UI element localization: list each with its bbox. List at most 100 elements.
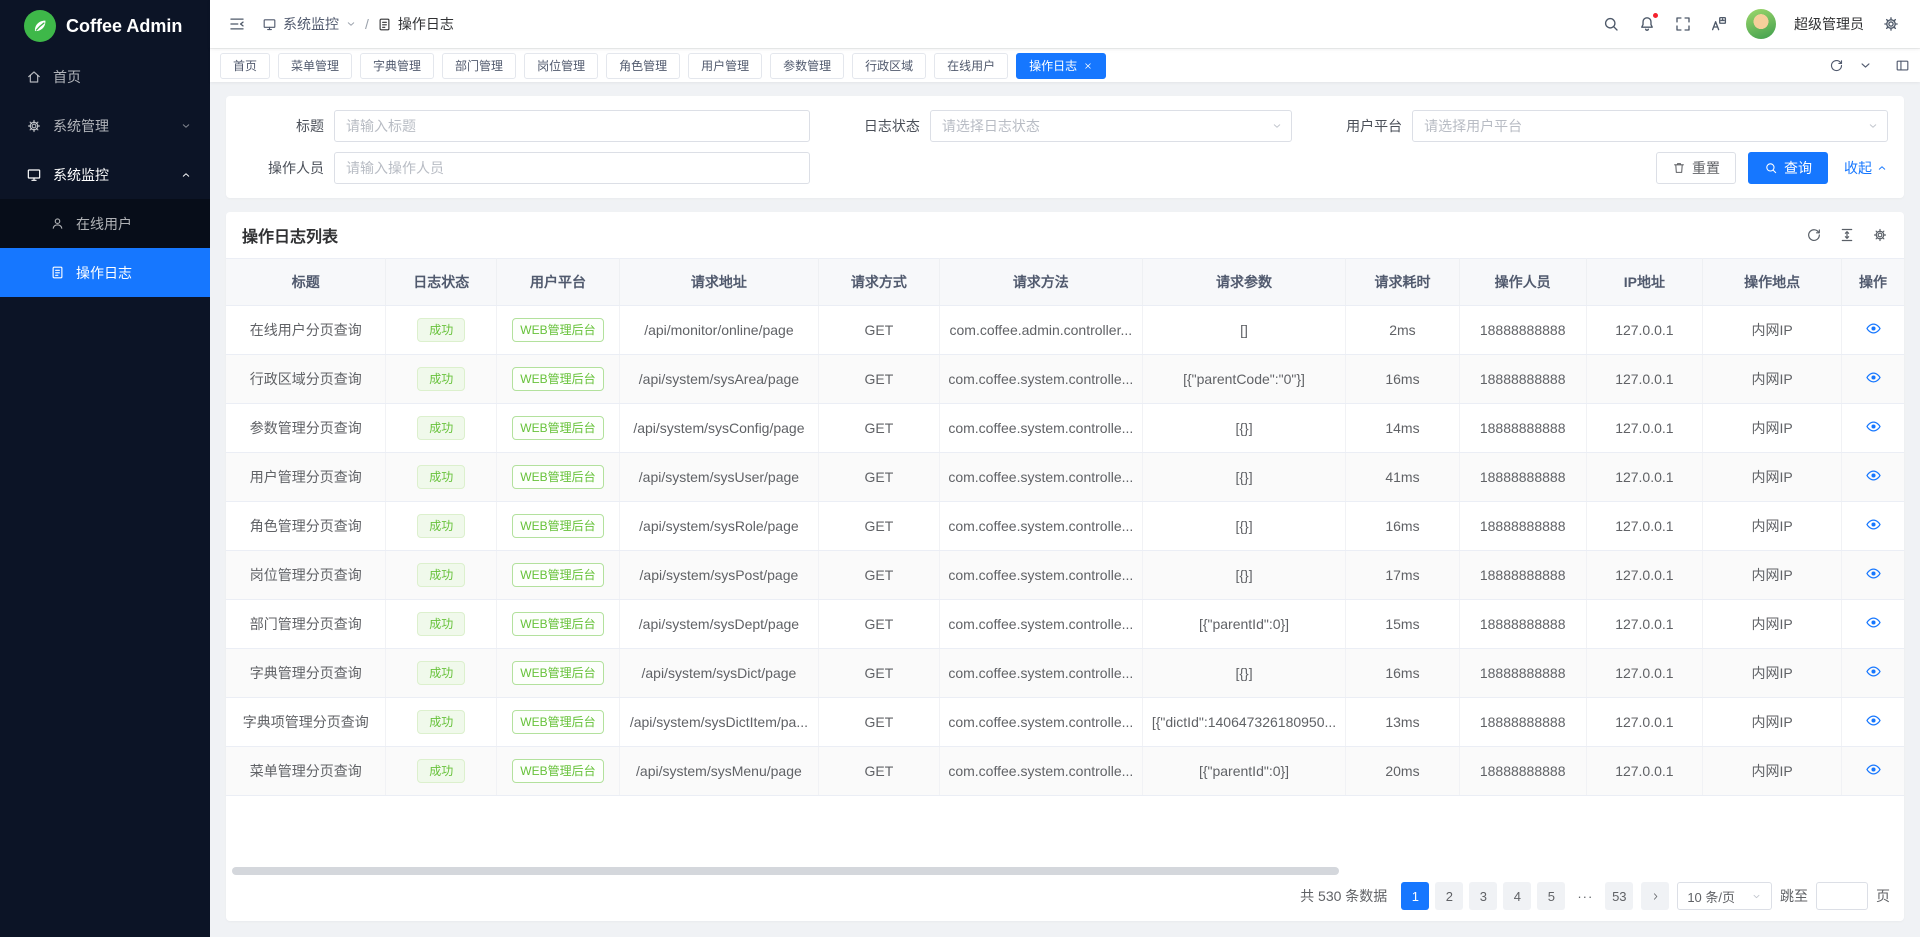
eye-icon: [1865, 320, 1882, 337]
sidebar-item-operation-log[interactable]: 操作日志: [0, 248, 210, 297]
page-button-5[interactable]: 5: [1537, 882, 1565, 910]
view-detail-eye-icon[interactable]: [1865, 516, 1882, 533]
eye-icon: [1865, 614, 1882, 631]
operation-log-icon: [50, 265, 65, 280]
cell-cost: 17ms: [1346, 551, 1460, 600]
app-root: Coffee Admin 首页 系统管理 系统监控 在线用户: [0, 0, 1920, 937]
cell-cost: 13ms: [1346, 698, 1460, 747]
cell-ip: 127.0.0.1: [1586, 306, 1703, 355]
eye-icon: [1865, 369, 1882, 386]
page-size-select[interactable]: 10 条/页: [1677, 882, 1772, 910]
column-height-icon[interactable]: [1839, 227, 1855, 243]
view-detail-eye-icon[interactable]: [1865, 369, 1882, 386]
tab-4[interactable]: 岗位管理: [524, 53, 598, 79]
cell-url: /api/system/sysPost/page: [619, 551, 818, 600]
tab-8[interactable]: 行政区域: [852, 53, 926, 79]
sidebar-item-online-users[interactable]: 在线用户: [0, 199, 210, 248]
tab-2[interactable]: 字典管理: [360, 53, 434, 79]
table-row: 参数管理分页查询成功WEB管理后台/api/system/sysConfig/p…: [226, 404, 1904, 453]
brand-name: Coffee Admin: [66, 16, 182, 37]
cell-status: 成功: [386, 502, 497, 551]
column-header: 标题: [226, 259, 386, 306]
cell-handler: com.coffee.system.controlle...: [939, 649, 1142, 698]
view-detail-eye-icon[interactable]: [1865, 712, 1882, 729]
cell-platform: WEB管理后台: [497, 698, 620, 747]
notifications-button[interactable]: [1638, 15, 1656, 33]
page-button-4[interactable]: 4: [1503, 882, 1531, 910]
cell-ip: 127.0.0.1: [1586, 698, 1703, 747]
tab-7[interactable]: 参数管理: [770, 53, 844, 79]
column-header: 请求耗时: [1346, 259, 1460, 306]
view-detail-eye-icon[interactable]: [1865, 418, 1882, 435]
tab-10[interactable]: 操作日志: [1016, 53, 1106, 79]
platform-badge: WEB管理后台: [512, 318, 603, 342]
sidebar-item-label: 系统管理: [53, 116, 109, 136]
fullscreen-icon[interactable]: [1674, 15, 1692, 33]
notification-badge: [1652, 12, 1659, 19]
next-page-button[interactable]: [1641, 882, 1669, 910]
tab-5[interactable]: 角色管理: [606, 53, 680, 79]
sidebar-item-home[interactable]: 首页: [0, 52, 210, 101]
breadcrumb-operation-log: 操作日志: [377, 14, 454, 34]
settings-gear-icon[interactable]: [1882, 15, 1900, 33]
sidebar-item-system-management[interactable]: 系统管理: [0, 101, 210, 150]
view-detail-eye-icon[interactable]: [1865, 320, 1882, 337]
tab-3[interactable]: 部门管理: [442, 53, 516, 79]
cell-action: [1842, 551, 1904, 600]
page-button-53[interactable]: 53: [1605, 882, 1633, 910]
search-icon[interactable]: [1602, 15, 1620, 33]
tab-1[interactable]: 菜单管理: [278, 53, 352, 79]
operator-input[interactable]: [334, 152, 810, 184]
cell-url: /api/system/sysDept/page: [619, 600, 818, 649]
close-icon[interactable]: [1083, 61, 1093, 71]
gear-icon: [26, 118, 42, 134]
cell-params: [{}]: [1142, 453, 1345, 502]
cell-location: 内网IP: [1703, 453, 1842, 502]
table-row: 字典管理分页查询成功WEB管理后台/api/system/sysDict/pag…: [226, 649, 1904, 698]
view-detail-eye-icon[interactable]: [1865, 663, 1882, 680]
cell-params: [{}]: [1142, 404, 1345, 453]
sidebar-item-system-monitor[interactable]: 系统监控: [0, 150, 210, 199]
view-detail-eye-icon[interactable]: [1865, 614, 1882, 631]
tab-9[interactable]: 在线用户: [934, 53, 1008, 79]
chevron-down-icon[interactable]: [1858, 58, 1873, 73]
page-button-2[interactable]: 2: [1435, 882, 1463, 910]
cell-platform: WEB管理后台: [497, 551, 620, 600]
platform-badge: WEB管理后台: [512, 514, 603, 538]
layout-icon[interactable]: [1895, 58, 1910, 73]
refresh-icon[interactable]: [1829, 58, 1844, 73]
tab-0[interactable]: 首页: [220, 53, 270, 79]
cell-method: GET: [819, 747, 940, 796]
menu-fold-icon[interactable]: [228, 15, 246, 33]
cell-action: [1842, 453, 1904, 502]
cell-title: 用户管理分页查询: [226, 453, 386, 502]
platform-select[interactable]: [1412, 110, 1888, 142]
status-select[interactable]: [930, 110, 1292, 142]
title-input[interactable]: [334, 110, 810, 142]
search-button[interactable]: 查询: [1748, 152, 1828, 184]
view-detail-eye-icon[interactable]: [1865, 467, 1882, 484]
jump-page-input[interactable]: [1816, 882, 1868, 910]
username[interactable]: 超级管理员: [1794, 14, 1864, 34]
platform-badge: WEB管理后台: [512, 367, 603, 391]
tab-6[interactable]: 用户管理: [688, 53, 762, 79]
refresh-icon[interactable]: [1806, 227, 1822, 243]
view-detail-eye-icon[interactable]: [1865, 761, 1882, 778]
cell-handler: com.coffee.system.controlle...: [939, 355, 1142, 404]
monitor-icon: [26, 167, 42, 183]
total-count: 共 530 条数据: [1300, 886, 1387, 906]
collapse-button[interactable]: 收起: [1844, 158, 1888, 178]
page-button-3[interactable]: 3: [1469, 882, 1497, 910]
user-avatar[interactable]: [1746, 9, 1776, 39]
cell-ip: 127.0.0.1: [1586, 649, 1703, 698]
breadcrumb-system-monitor[interactable]: 系统监控: [262, 14, 357, 34]
column-settings-gear-icon[interactable]: [1872, 227, 1888, 243]
translate-icon[interactable]: [1710, 15, 1728, 33]
view-detail-eye-icon[interactable]: [1865, 565, 1882, 582]
horizontal-scrollbar[interactable]: [232, 867, 1339, 875]
page-button-1[interactable]: 1: [1401, 882, 1429, 910]
cell-method: GET: [819, 355, 940, 404]
cell-params: [{"parentId":0}]: [1142, 600, 1345, 649]
topbar-right: 超级管理员: [1602, 9, 1900, 39]
reset-button[interactable]: 重置: [1656, 152, 1736, 184]
